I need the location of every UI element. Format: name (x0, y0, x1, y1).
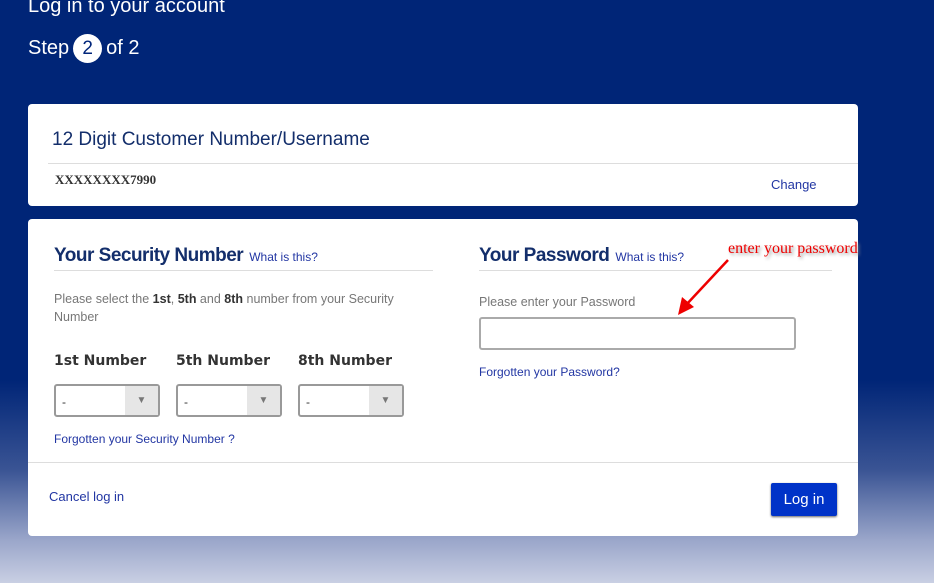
chevron-down-icon: ▼ (247, 386, 280, 415)
change-link[interactable]: Change (771, 177, 817, 192)
divider (48, 163, 858, 164)
annotation-arrow-icon (678, 259, 729, 315)
select-value: - (184, 395, 188, 409)
step-indicator: Step 2 of 2 (28, 34, 140, 63)
select-value: - (62, 395, 66, 409)
eighth-number-label: 8th Number (298, 353, 392, 369)
login-button[interactable]: Log in (771, 483, 837, 516)
cancel-login-link[interactable]: Cancel log in (49, 489, 124, 504)
security-number-title: Your Security Number (54, 245, 244, 266)
password-heading: Your Password What is this? (479, 245, 684, 267)
divider (54, 270, 433, 271)
fifth-number-label: 5th Number (176, 353, 270, 369)
forgot-security-number-link[interactable]: Forgotten your Security Number ? (54, 432, 235, 446)
first-number-select[interactable]: - ▼ (54, 384, 160, 417)
step-number-badge: 2 (73, 34, 103, 63)
chevron-down-icon: ▼ (369, 386, 402, 415)
select-value: - (306, 395, 310, 409)
eighth-number-select[interactable]: - ▼ (298, 384, 404, 417)
security-number-heading: Your Security Number What is this? (54, 245, 318, 267)
customer-number-title: 12 Digit Customer Number/Username (52, 129, 370, 150)
fifth-number-select[interactable]: - ▼ (176, 384, 282, 417)
customer-number-value: XXXXXXXX7990 (55, 172, 157, 187)
password-input[interactable] (479, 317, 796, 350)
customer-number-card: 12 Digit Customer Number/Username XXXXXX… (28, 104, 858, 206)
forgot-password-link[interactable]: Forgotten your Password? (479, 365, 620, 379)
password-prompt: Please enter your Password (479, 295, 636, 309)
page-title: Log in to your account (28, 0, 225, 17)
security-what-is-this-link[interactable]: What is this? (249, 250, 318, 264)
annotation-text: enter your password (728, 240, 858, 257)
step-prefix: Step (28, 37, 70, 59)
step-suffix: of 2 (106, 37, 140, 59)
first-number-label: 1st Number (54, 353, 147, 369)
password-title: Your Password (479, 245, 610, 266)
security-instructions: Please select the 1st, 5th and 8th numbe… (54, 292, 394, 324)
chevron-down-icon: ▼ (125, 386, 158, 415)
divider (479, 270, 832, 271)
divider (28, 462, 858, 463)
